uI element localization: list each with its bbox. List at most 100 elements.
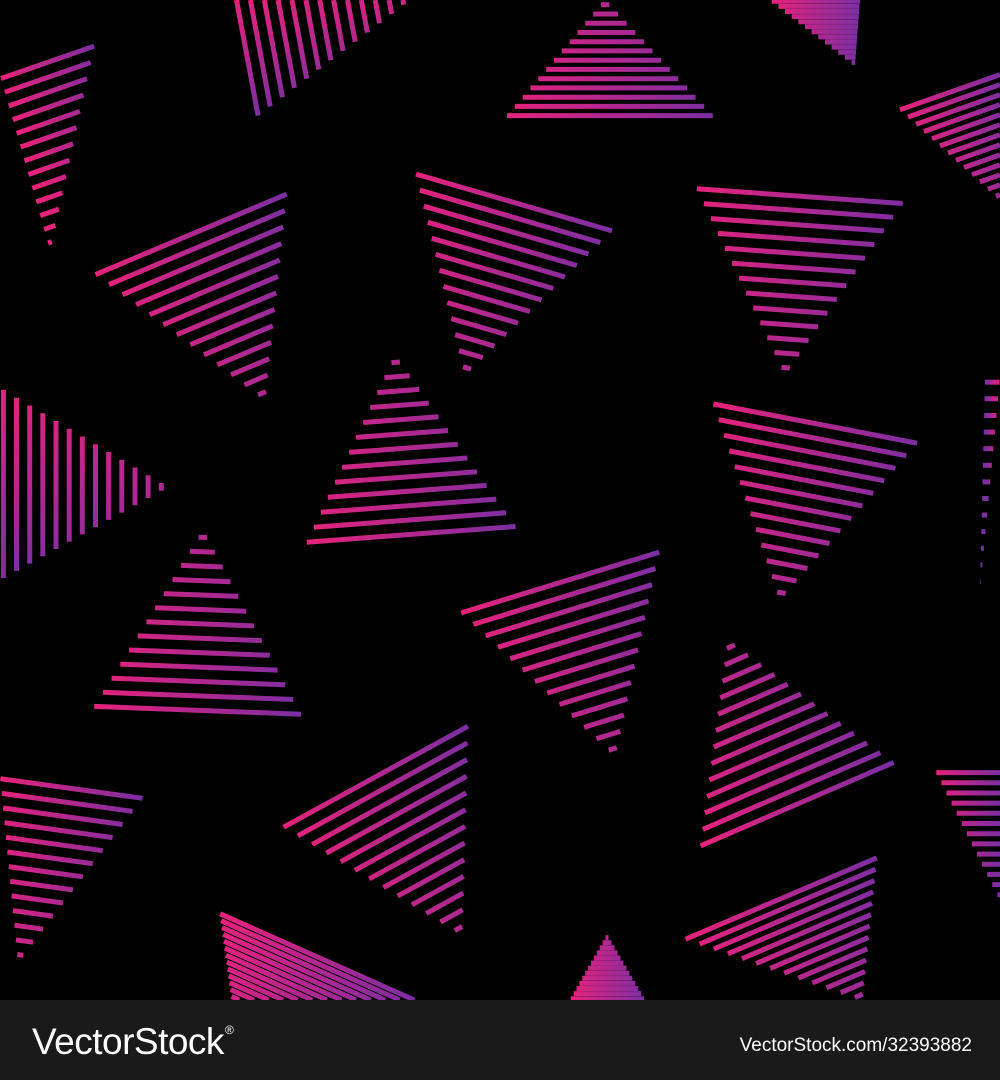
triangle-stripe (172, 577, 231, 585)
triangle-stripe (439, 907, 464, 925)
triangle-stripe (731, 260, 856, 275)
triangle-stripe (583, 712, 625, 730)
triangle-stripe (317, 0, 334, 61)
triangle-stripe (341, 455, 468, 470)
striped-triangle (899, 72, 1000, 199)
striped-triangle (219, 911, 416, 1000)
striped-triangle (699, 642, 895, 849)
triangle-stripe (755, 526, 830, 546)
triangle-stripe (811, 957, 868, 986)
striped-triangle (0, 776, 143, 958)
triangle-stripe (753, 305, 828, 316)
triangle-stripe (11, 893, 64, 906)
triangle-stripe (334, 469, 478, 485)
triangle-stripe (8, 864, 84, 880)
triangle-stripe (310, 757, 469, 847)
triangle-stripe (546, 663, 636, 696)
striped-triangle (980, 379, 1000, 584)
striped-triangle (507, 2, 713, 119)
triangle-stripe (384, 373, 410, 381)
triangle-stripe (47, 239, 53, 246)
triangle-stripe (306, 524, 516, 545)
triangle-stripe (723, 652, 749, 668)
triangle-stripe (94, 191, 288, 277)
triangle-stripe (725, 642, 736, 651)
triangle-stripe (327, 482, 487, 500)
triangle-stripe (776, 589, 787, 597)
triangle-stripe (372, 0, 382, 24)
triangle-stripe (415, 171, 613, 234)
triangle-stripe (979, 172, 1000, 185)
triangle-stripe (111, 675, 286, 688)
triangle-stripe (202, 323, 274, 358)
triangle-stripe (987, 182, 1000, 192)
triangle-stripe (181, 562, 223, 570)
triangle-stripe (135, 241, 283, 307)
triangle-stripe (571, 696, 629, 719)
triangle-stripe (358, 0, 370, 33)
triangle-stripe (717, 230, 875, 248)
registered-mark: ® (224, 1023, 234, 1037)
triangle-stripe (325, 774, 468, 856)
triangle-stripe (257, 389, 267, 398)
triangle-stripe (163, 591, 239, 599)
striped-triangle (306, 359, 516, 545)
striped-triangle (94, 191, 288, 398)
triangle-stripe (391, 359, 401, 366)
triangle-stripe (230, 356, 271, 378)
striped-triangle (415, 171, 613, 372)
triangle-stripe (410, 874, 465, 907)
triangle-stripe (7, 849, 94, 867)
striped-triangle (234, 0, 407, 117)
triangle-stripe (189, 548, 215, 555)
triangle-stripe (243, 372, 269, 388)
triangle-stripe (717, 681, 789, 717)
triangle-stripe (377, 386, 420, 396)
triangle-stripe (708, 721, 842, 783)
triangle-stripe (12, 908, 54, 919)
triangle-stripe (947, 132, 1000, 156)
triangle-stripe (724, 245, 866, 261)
triangle-stripe (771, 573, 798, 584)
triangle-stripe (320, 496, 497, 515)
triangle-stripe (120, 661, 278, 673)
triangle-stripe (595, 729, 622, 742)
triangle-stripe (760, 542, 819, 559)
triangle-stripe (734, 464, 874, 496)
triangle-stripe (419, 187, 601, 245)
triangle-stripe (35, 190, 64, 205)
triangle-stripe (289, 0, 310, 80)
triangle-stripe (23, 141, 74, 164)
triangle-stripe (462, 364, 472, 372)
triangle-stripe (386, 0, 395, 15)
triangle-stripe (0, 43, 95, 81)
triangle-stripe (696, 186, 903, 206)
triangle-stripe (781, 364, 790, 371)
triangle-stripe (396, 857, 466, 899)
triangle-stripe (4, 60, 92, 95)
triangle-stripe (767, 335, 809, 344)
triangle-stripe (31, 174, 67, 191)
triangle-stripe (189, 307, 276, 348)
striped-triangle (684, 855, 878, 1000)
vectorstock-logo: VectorStock ® (32, 1020, 234, 1064)
triangle-stripe (27, 157, 71, 177)
watermark-footer: VectorStock ® VectorStock.com/32393882 (0, 1000, 1000, 1080)
triangle-stripe (9, 878, 74, 893)
pattern-artwork (0, 0, 1000, 1000)
triangle-stripe (774, 350, 800, 357)
triangle-stripe (710, 216, 884, 234)
triangle-stripe (2, 805, 123, 827)
triangle-stripe (355, 428, 449, 440)
triangle-stripe (137, 633, 262, 644)
triangle-stripe (5, 834, 104, 854)
triangle-stripe (472, 566, 657, 627)
striped-triangle (282, 724, 470, 933)
triangle-stripe (738, 275, 847, 289)
striped-triangle (936, 770, 1000, 898)
triangle-stripe (348, 441, 458, 455)
striped-triangle (0, 390, 164, 579)
triangle-stripe (102, 689, 294, 702)
striped-triangle (0, 43, 95, 246)
triangle-stripe (7, 76, 88, 109)
